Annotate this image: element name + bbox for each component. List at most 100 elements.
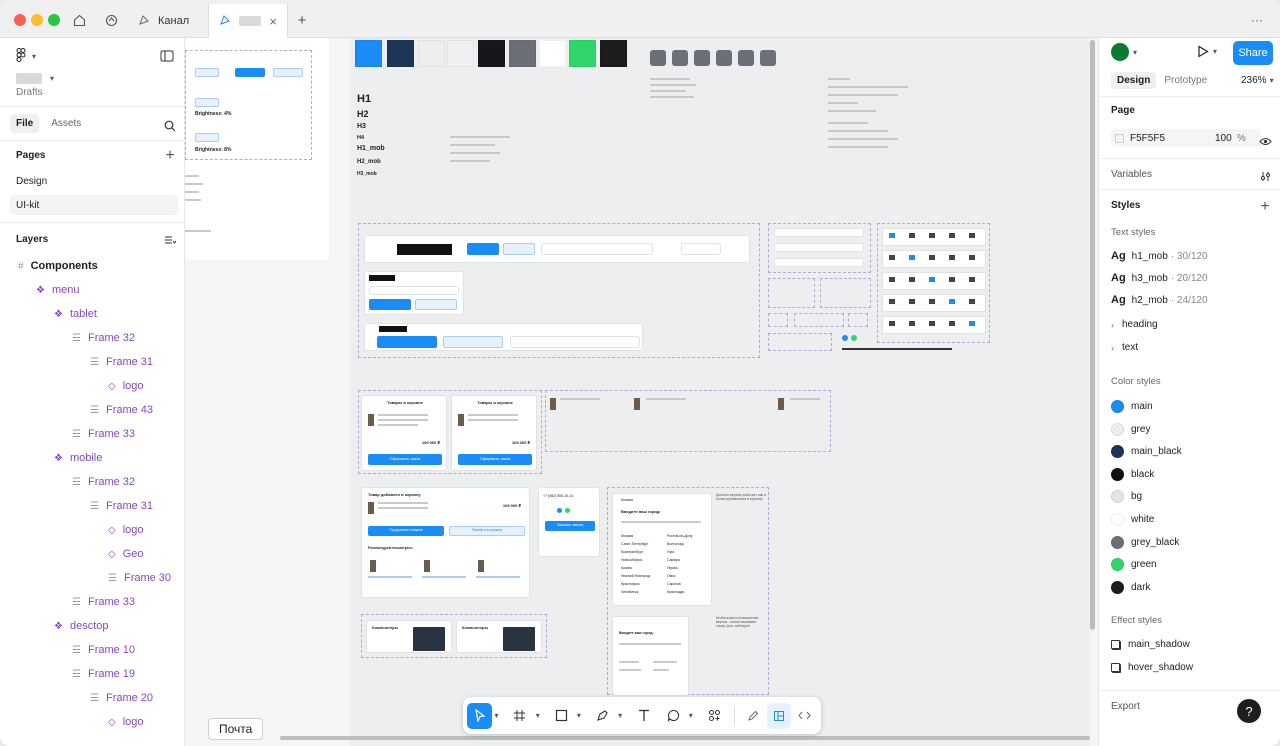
frame-tool-button[interactable] (506, 703, 533, 729)
chevron-down-icon: ▾ (50, 73, 55, 83)
effect-style-name: hover_shadow (1128, 662, 1194, 673)
minimize-window-button[interactable] (31, 14, 43, 26)
layer-item[interactable]: ❖ tablet (54, 304, 97, 324)
draw-mode-button[interactable] (741, 703, 765, 729)
play-icon (1198, 45, 1209, 58)
page-item-ui-kit[interactable]: UI-kit (10, 195, 178, 215)
chevron-down-icon[interactable]: ▾ (618, 711, 628, 720)
page-color-field[interactable]: F5F5F5 100 % (1111, 129, 1261, 147)
layer-item[interactable]: ◇ logo (108, 520, 144, 540)
added-to-cart-popup: Товар добавлен в корзину 169 000 ₽ Продо… (361, 487, 530, 598)
present-button[interactable]: ▾ (1197, 45, 1223, 58)
collapse-layers-icon[interactable] (162, 229, 178, 251)
text-style-item[interactable]: Ag h1_mob · 30/120 (1111, 250, 1208, 262)
share-button[interactable]: Share (1233, 41, 1273, 65)
layer-item[interactable]: ☰ Frame 31 (90, 352, 153, 372)
palette-swatch (539, 40, 566, 67)
effect-style-item[interactable]: hover_shadow (1111, 662, 1193, 673)
tab-assets[interactable]: Assets (45, 114, 87, 133)
layer-item[interactable]: ❖ menu (36, 280, 80, 300)
layer-item[interactable]: ◇ logo (108, 376, 144, 396)
color-style-item[interactable]: bg (1111, 490, 1142, 504)
text-tool-button[interactable] (630, 703, 657, 729)
eye-icon[interactable] (1257, 130, 1273, 152)
layer-item[interactable]: ☰ Frame 43 (90, 400, 153, 420)
grey-square (760, 50, 776, 66)
city-item: Самара (667, 558, 680, 562)
variables-settings-icon[interactable] (1257, 165, 1273, 187)
frame-icon: ☰ (72, 476, 81, 488)
text-style-item[interactable]: Ag h2_mob · 24/120 (1111, 294, 1208, 306)
layer-label: Geo (122, 548, 144, 560)
chevron-down-icon[interactable]: ▾ (494, 711, 504, 720)
dev-mode-button[interactable] (793, 703, 817, 729)
tab-prototype[interactable]: Prototype (1162, 72, 1209, 89)
add-style-button[interactable]: + (1257, 196, 1273, 218)
help-button[interactable]: ? (1237, 699, 1261, 723)
more-menu-button[interactable]: ··· (1246, 9, 1268, 31)
layer-item[interactable]: ◇ logo (108, 712, 144, 732)
layer-item[interactable]: # Components (18, 256, 98, 276)
color-style-item[interactable]: grey (1111, 422, 1150, 436)
effect-style-item[interactable]: main_shadow (1111, 639, 1190, 650)
text-style-group[interactable]: › heading (1111, 319, 1158, 330)
add-page-button[interactable]: + (162, 145, 178, 167)
tab-file[interactable]: File (10, 113, 40, 133)
horizontal-scrollbar[interactable] (280, 736, 1090, 740)
pen-tool-button[interactable] (589, 703, 616, 729)
layer-label: Frame 31 (105, 500, 154, 512)
close-tab-icon[interactable]: × (269, 14, 277, 29)
chevron-down-icon[interactable]: ▾ (536, 711, 546, 720)
zoom-select[interactable]: 236% ▾ (1241, 75, 1280, 86)
layer-item[interactable]: ☰ Frame 20 (90, 688, 153, 708)
home-icon[interactable] (66, 9, 92, 31)
search-icon[interactable] (162, 115, 178, 137)
color-style-item[interactable]: green (1111, 558, 1157, 572)
layer-item[interactable]: ☰ Frame 32 (72, 328, 135, 348)
color-style-item[interactable]: dark (1111, 580, 1150, 594)
text-style-item[interactable]: Ag h3_mob · 20/120 (1111, 272, 1208, 284)
palette-swatch (569, 40, 596, 67)
color-style-item[interactable]: white (1111, 513, 1154, 526)
color-style-item[interactable]: main (1111, 400, 1153, 413)
tab-current-file[interactable]: × (208, 4, 288, 38)
mobile-nav-row (882, 250, 986, 268)
color-style-item[interactable]: grey_black (1111, 535, 1179, 549)
layer-item[interactable]: ❖ desctop (54, 616, 109, 636)
comment-tool-button[interactable] (659, 703, 686, 729)
sidebar-toggle-icon[interactable] (158, 45, 176, 67)
layer-item[interactable]: ☰ Frame 10 (72, 640, 135, 660)
layer-item[interactable]: ◇ Geo (108, 544, 144, 564)
new-tab-button[interactable]: + (293, 9, 311, 31)
actions-button[interactable] (701, 703, 728, 729)
text-style-group[interactable]: › text (1111, 342, 1138, 353)
layer-item[interactable]: ☰ Frame 19 (72, 664, 135, 684)
user-menu[interactable]: ▾ (1111, 43, 1143, 61)
vertical-scrollbar[interactable] (1090, 40, 1095, 630)
move-tool-button[interactable] (467, 702, 493, 729)
page-item-design[interactable]: Design (0, 172, 185, 190)
layer-item[interactable]: ☰ Frame 32 (72, 472, 135, 492)
color-style-item[interactable]: black (1111, 467, 1154, 481)
layer-item[interactable]: ☰ Frame 30 (108, 568, 171, 588)
layer-item[interactable]: ☰ Frame 31 (90, 496, 153, 516)
layer-item[interactable]: ❖ mobile (54, 448, 102, 468)
color-style-item[interactable]: main_black (1111, 445, 1182, 459)
rectangle-icon (555, 709, 567, 722)
close-window-button[interactable] (14, 14, 26, 26)
chevron-down-icon[interactable]: ▾ (689, 711, 699, 720)
zoom-window-button[interactable] (48, 14, 60, 26)
layer-label: Frame 31 (105, 356, 154, 368)
tab-design[interactable]: Design (1111, 72, 1157, 89)
layer-item[interactable]: ☰ Frame 33 (72, 424, 135, 444)
nav-icon (889, 233, 895, 238)
layer-item[interactable]: ☰ Frame 33 (72, 592, 135, 612)
chevron-down-icon: ▾ (32, 51, 37, 61)
design-mode-button[interactable] (766, 702, 791, 729)
drafts-icon[interactable] (98, 9, 124, 31)
file-name[interactable]: ▾ (0, 70, 185, 86)
shape-tool-button[interactable] (547, 703, 574, 729)
design-canvas[interactable]: Brightness: 4% Brightness: 8% H1 H2 H3 H4 H1… (185, 38, 1098, 746)
tab-channel[interactable]: Канал (128, 4, 208, 38)
chevron-down-icon[interactable]: ▾ (577, 711, 587, 720)
